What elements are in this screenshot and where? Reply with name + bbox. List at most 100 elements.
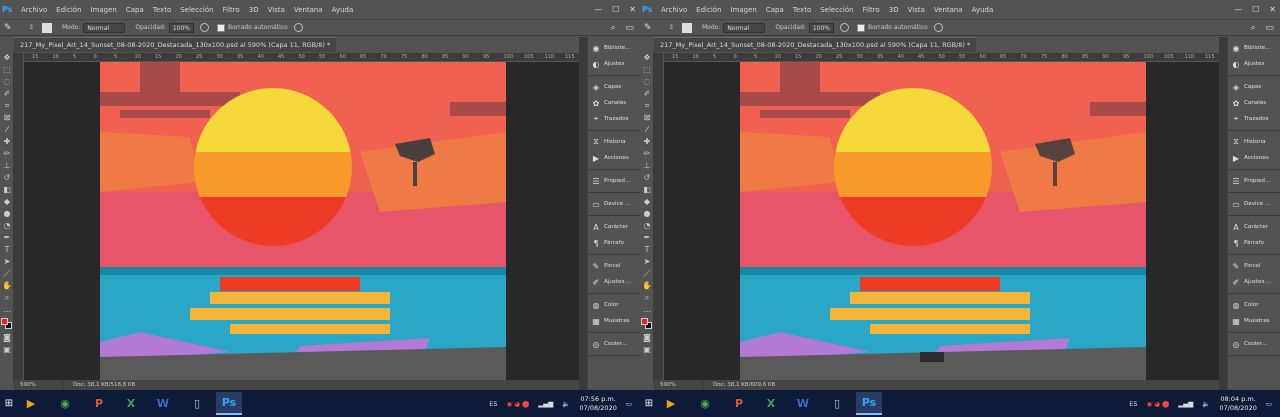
marquee-tool-icon[interactable]: ⬚	[0, 64, 14, 76]
language-indicator[interactable]: ES	[1129, 400, 1137, 408]
canvas-area[interactable]	[664, 62, 1219, 380]
maximize-icon[interactable]: ☐	[1252, 5, 1259, 14]
taskbar-powerpoint-icon[interactable]: P	[86, 392, 112, 415]
menu-imagen[interactable]: Imagen	[731, 6, 757, 14]
start-button[interactable]: ⊞	[0, 390, 18, 417]
brush-size-picker[interactable]: 3	[24, 24, 38, 31]
color-swatches[interactable]	[640, 316, 653, 332]
dodge-tool-icon[interactable]: ◔	[640, 220, 654, 232]
network-icon[interactable]: ▂▄▆	[1178, 400, 1193, 408]
opacity-input[interactable]: 100%	[808, 22, 835, 33]
quick-mask-icon[interactable]: ◙	[640, 332, 654, 344]
taskbar-photoshop-icon[interactable]: Ps	[216, 392, 242, 415]
panel-swatches[interactable]: ▦ Muestras	[1228, 313, 1280, 329]
sunset-pixel-art[interactable]	[740, 62, 1146, 380]
dodge-tool-icon[interactable]: ◔	[0, 220, 14, 232]
panel-adjustments[interactable]: ◐ Ajustes	[1228, 56, 1280, 72]
panel-brush-settings[interactable]: ✐ Ajustes ...	[1228, 274, 1280, 290]
notifications-icon[interactable]: ▭	[626, 400, 632, 408]
menu-seleccion[interactable]: Selección	[180, 6, 213, 14]
workspace-icon[interactable]: ▭	[625, 23, 634, 33]
taskbar-explorer-icon[interactable]: ▶	[658, 392, 684, 415]
pixel-art-canvas[interactable]	[740, 62, 1146, 380]
eyedropper-tool-icon[interactable]: ⁄	[640, 124, 654, 136]
clock[interactable]: 08:04 p.m. 07/08/2020	[1219, 395, 1256, 413]
panel-paragraph[interactable]: ¶ Párrafo	[1228, 235, 1280, 251]
workspace-icon[interactable]: ▭	[1265, 23, 1274, 33]
mode-select[interactable]: Normal	[83, 22, 126, 33]
pressure-opacity-icon[interactable]	[200, 23, 210, 32]
taskbar-chrome-icon[interactable]: ◉	[692, 392, 718, 415]
marquee-tool-icon[interactable]: ⬚	[640, 64, 654, 76]
panel-library[interactable]: ◉ Bibliote...	[588, 40, 640, 56]
menu-capa[interactable]: Capa	[126, 6, 144, 14]
pen-tool-icon[interactable]: ✒	[0, 232, 14, 244]
menu-edicion[interactable]: Edición	[696, 6, 721, 14]
menu-texto[interactable]: Texto	[153, 6, 171, 14]
menu-vista[interactable]: Vista	[268, 6, 285, 14]
taskbar-excel-icon[interactable]: X	[758, 392, 784, 415]
brush-panel-toggle-icon[interactable]	[42, 22, 52, 33]
zoom-level[interactable]: 590%	[654, 380, 702, 390]
color-swatches[interactable]	[0, 316, 13, 332]
frame-tool-icon[interactable]: ⊠	[0, 112, 14, 124]
search-icon[interactable]: ⌕	[1250, 23, 1255, 33]
menu-texto[interactable]: Texto	[793, 6, 811, 14]
panel-color[interactable]: ◍ Color	[588, 297, 640, 313]
menu-ventana[interactable]: Ventana	[294, 6, 323, 14]
hand-tool-icon[interactable]: ✋	[640, 280, 654, 292]
blur-tool-icon[interactable]: ●	[640, 208, 654, 220]
foreground-color-swatch[interactable]	[1, 318, 8, 325]
panel-paths[interactable]: ⌖ Trazados	[588, 111, 640, 127]
panel-history[interactable]: ⧖ Historia	[588, 134, 640, 150]
panel-cooler[interactable]: ◎ Cooler...	[588, 336, 640, 352]
screen-mode-icon[interactable]: ▣	[640, 344, 654, 356]
menu-archivo[interactable]: Archivo	[21, 6, 47, 14]
canvas-area[interactable]	[24, 62, 579, 380]
type-tool-icon[interactable]: T	[0, 244, 14, 256]
menu-filtro[interactable]: Filtro	[223, 6, 240, 14]
pen-tool-icon[interactable]: ✒	[640, 232, 654, 244]
eraser-tool-icon[interactable]: ◧	[0, 184, 14, 196]
panel-properties[interactable]: ☰ Propied...	[588, 173, 640, 189]
panel-channels[interactable]: ✿ Canales	[588, 95, 640, 111]
move-tool-icon[interactable]: ✥	[640, 52, 654, 64]
minimize-icon[interactable]: —	[1234, 5, 1242, 14]
path-select-tool-icon[interactable]: ➤	[0, 256, 14, 268]
taskbar-word-icon[interactable]: W	[150, 392, 176, 415]
auto-erase-checkbox[interactable]	[857, 23, 866, 32]
taskbar-excel-icon[interactable]: X	[118, 392, 144, 415]
menu-archivo[interactable]: Archivo	[661, 6, 687, 14]
menu-edicion[interactable]: Edición	[56, 6, 81, 14]
crop-tool-icon[interactable]: ⌗	[640, 100, 654, 112]
bucket-tool-icon[interactable]: ◆	[0, 196, 14, 208]
more-tools-icon[interactable]: …	[0, 304, 14, 316]
history-brush-tool-icon[interactable]: ↺	[0, 172, 14, 184]
shape-tool-icon[interactable]: ／	[0, 268, 14, 280]
taskbar-file-icon[interactable]: ▯	[184, 392, 210, 415]
menu-imagen[interactable]: Imagen	[91, 6, 117, 14]
frame-tool-icon[interactable]: ⊠	[640, 112, 654, 124]
close-icon[interactable]: ✕	[1269, 5, 1276, 14]
zoom-level[interactable]: 590%	[14, 380, 62, 390]
pencil-tool-icon[interactable]: ✏	[0, 148, 14, 160]
panel-character[interactable]: A Carácter	[588, 219, 640, 235]
doc-size[interactable]: Doc: 38,1 KB/609,6 KB	[702, 380, 775, 390]
language-indicator[interactable]: ES	[489, 400, 497, 408]
pencil-tool-icon[interactable]: ✎	[644, 23, 656, 33]
volume-icon[interactable]: 🔈	[562, 400, 570, 408]
stamp-tool-icon[interactable]: ⊥	[640, 160, 654, 172]
maximize-icon[interactable]: ☐	[612, 5, 619, 14]
history-brush-tool-icon[interactable]: ↺	[640, 172, 654, 184]
minimize-icon[interactable]: —	[594, 5, 602, 14]
document-tab[interactable]: 217_My_Pixel_Art_14_Sunset_08-08-2020_De…	[14, 37, 337, 52]
tray-app-icons[interactable]: ◉ ◕ ⬤	[1147, 400, 1170, 408]
menu-3d[interactable]: 3D	[249, 6, 259, 14]
tray-app-icons[interactable]: ◉ ◕ ⬤	[507, 400, 530, 408]
quick-mask-icon[interactable]: ◙	[0, 332, 14, 344]
taskbar-powerpoint-icon[interactable]: P	[726, 392, 752, 415]
menu-filtro[interactable]: Filtro	[863, 6, 880, 14]
path-select-tool-icon[interactable]: ➤	[640, 256, 654, 268]
panel-library[interactable]: ◉ Bibliote...	[1228, 40, 1280, 56]
eraser-tool-icon[interactable]: ◧	[640, 184, 654, 196]
